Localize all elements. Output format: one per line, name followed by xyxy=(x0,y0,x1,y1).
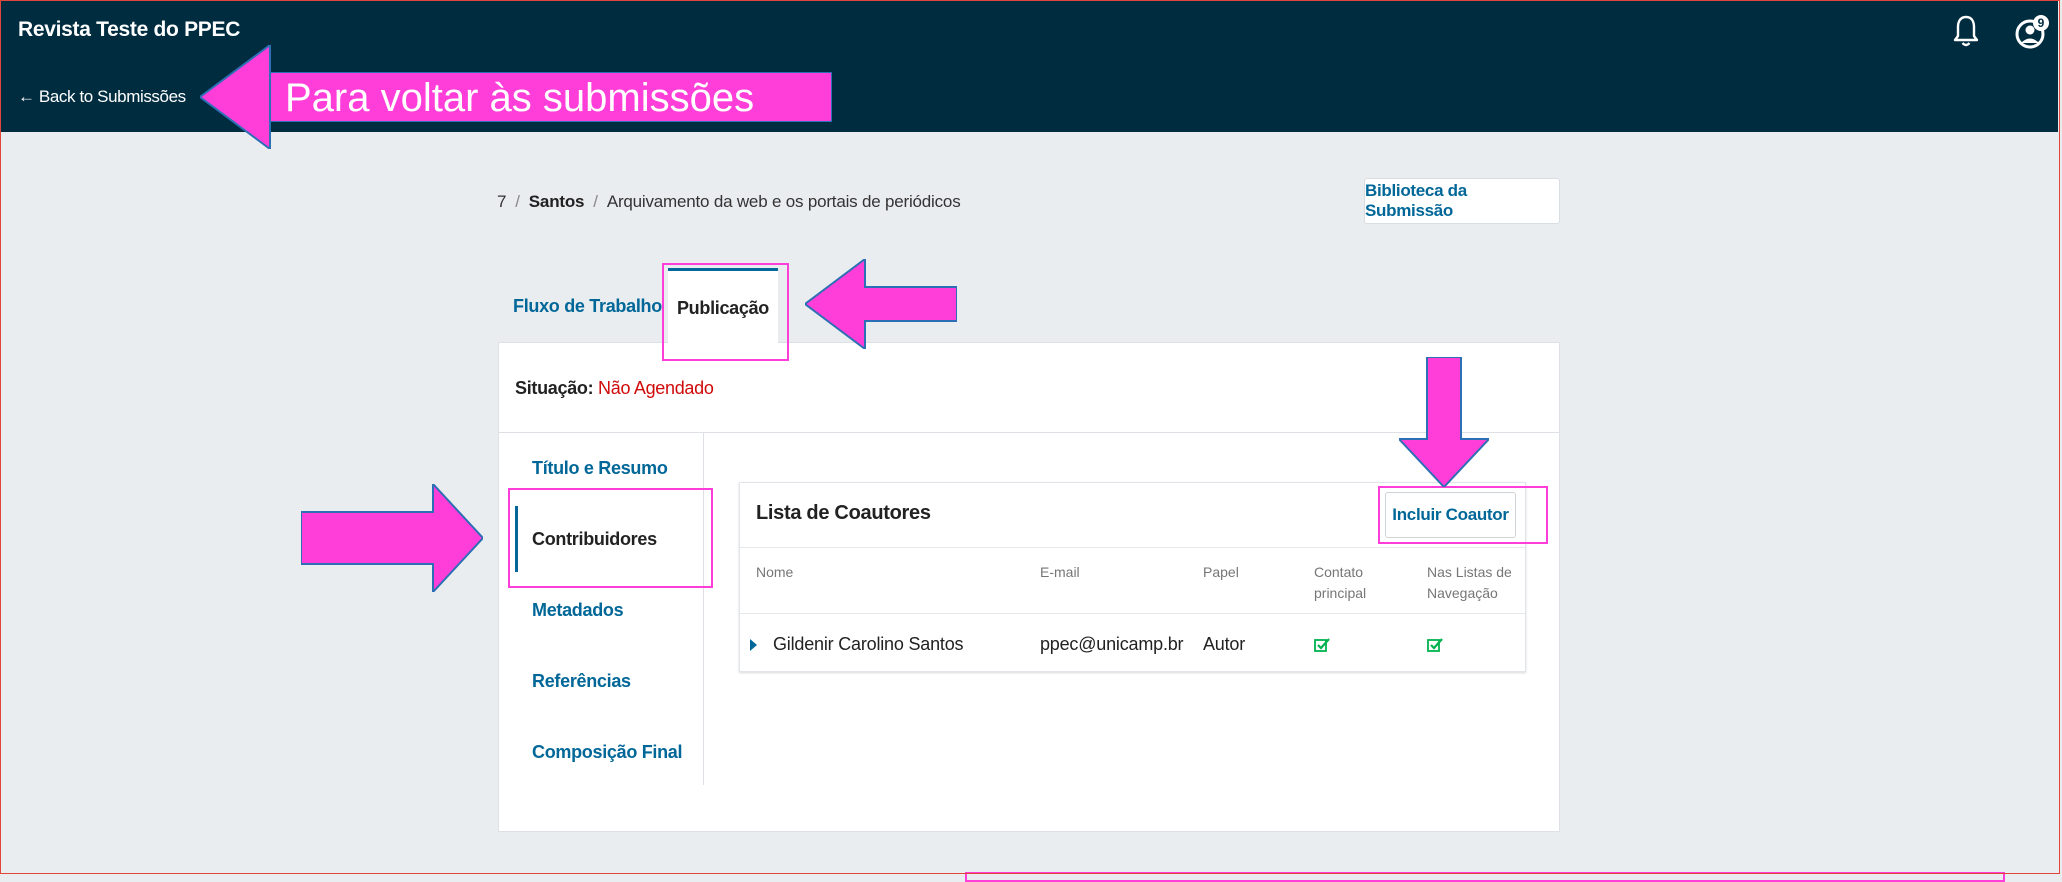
annotation-arrow-left-icon xyxy=(200,45,271,149)
sidebar-item-galleys[interactable]: Composição Final xyxy=(532,742,683,763)
site-title[interactable]: Revista Teste do PPEC xyxy=(18,18,240,42)
column-header-primary-contact: Contato principal xyxy=(1314,564,1367,601)
sidebar-item-title-abstract[interactable]: Título e Resumo xyxy=(532,458,668,479)
annotation-back-note: Para voltar às submissões xyxy=(270,72,832,122)
submission-library-button[interactable]: Biblioteca da Submissão xyxy=(1364,178,1560,224)
breadcrumb-id: 7 xyxy=(497,192,507,211)
coauthor-name: Gildenir Carolino Santos xyxy=(773,634,964,654)
annotation-highlight-contributors xyxy=(508,488,713,588)
publication-status: Situação: Não Agendado xyxy=(515,378,714,399)
table-header-divider xyxy=(740,547,1525,548)
annotation-highlight-add-coauthor xyxy=(1378,486,1548,544)
column-header-browse-lists: Nas Listas de Navegação xyxy=(1427,564,1512,601)
status-label: Situação: xyxy=(515,378,594,398)
expand-row-icon[interactable] xyxy=(750,639,757,651)
breadcrumb-author: Santos xyxy=(528,192,585,211)
table-row-divider xyxy=(740,613,1525,614)
notification-badge: 9 xyxy=(2038,16,2045,30)
bell-icon[interactable] xyxy=(1953,14,1979,53)
checkbox-checked-icon xyxy=(1427,638,1443,652)
user-account-icon[interactable]: 9 xyxy=(2013,12,2053,57)
breadcrumb-title: Arquivamento da web e os portais de peri… xyxy=(606,192,961,211)
annotation-highlight-tab xyxy=(662,263,789,361)
status-value: Não Agendado xyxy=(598,378,714,398)
annotation-arrow-left-icon xyxy=(805,259,957,349)
back-to-submissions-link[interactable]: ← Back to Submissões xyxy=(18,87,186,107)
coauthor-role: Autor xyxy=(1203,634,1246,654)
column-header-email: E-mail xyxy=(1040,564,1080,580)
breadcrumb: 7/Santos / Arquivamento da web e os portai… xyxy=(497,192,961,211)
coauthor-list-title: Lista de Coautores xyxy=(756,502,931,524)
annotation-bottom-box xyxy=(965,872,2005,882)
tab-workflow[interactable]: Fluxo de Trabalho xyxy=(513,296,662,317)
sidebar-item-metadata[interactable]: Metadados xyxy=(532,600,624,621)
annotation-arrow-right-icon xyxy=(301,484,483,592)
coauthor-email: ppec@unicamp.br xyxy=(1040,634,1184,654)
column-header-name: Nome xyxy=(756,564,794,580)
sidebar-item-references[interactable]: Referências xyxy=(532,671,631,692)
annotation-arrow-down-icon xyxy=(1399,357,1489,487)
sidebar-divider xyxy=(703,433,704,785)
checkbox-checked-icon xyxy=(1314,638,1330,652)
column-header-role: Papel xyxy=(1203,564,1239,580)
